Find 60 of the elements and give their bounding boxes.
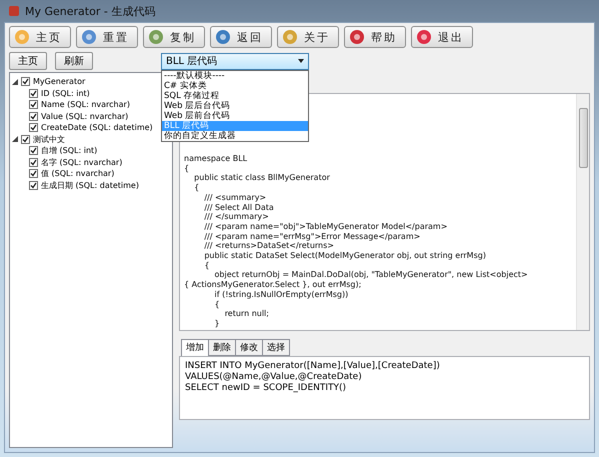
code-line: object returnObj = MainDal.DoDal(obj, "TableMyGenerator", new List<object> [214,270,529,280]
tree-item[interactable]: Value (SQL: nvarchar) [41,112,128,121]
code-line: /// Select All Data [203,202,275,212]
tree-item[interactable]: ID (SQL: int) [41,88,90,98]
tab[interactable]: 修改 [235,339,263,356]
tree-item[interactable]: CreateDate (SQL: datetime) [41,123,153,132]
code-line: if (!string.IsNullOrEmpty(errMsg)) [214,290,350,300]
tree-checkbox[interactable] [29,158,38,167]
toolbar-button[interactable]: 主页 [9,26,71,48]
small-button[interactable]: 主页 [9,52,47,70]
app-icon [8,5,20,17]
toolbar-button[interactable]: 重置 [76,26,138,48]
window-title: My Generator - 生成代码 [25,4,156,18]
tab[interactable]: 选择 [262,339,290,356]
code-line: public static DataSet Select(ModelMyGenerator obj, out string errMsg) [203,251,487,261]
tree-checkbox[interactable] [29,123,38,132]
tree-checkbox[interactable] [29,88,38,98]
tree-item[interactable]: 自增 (SQL: int) [41,145,98,156]
sql-line: INSERT INTO MyGenerator([Name],[Value],[CreateDate]) [185,361,441,372]
code-line: } [214,318,221,329]
tree-checkbox[interactable] [21,134,30,144]
sql-editor[interactable]: INSERT INTO MyGenerator([Name],[Value],[CreateDate]) VALUES(@Name,@Value,@CreateDate) SELECT newID = SCOPE_IDENTITY() [179,356,590,420]
code-line: { ActionsMyGenerator.Select }, out errMsg); [184,280,362,290]
tab[interactable]: 删除 [208,339,236,356]
code-line: /// <param name="errMsg">Error Message</param> [203,232,422,242]
generator-dropdown[interactable]: BLL 层代码 [161,52,309,70]
code-line: namespace BLL [184,154,248,164]
tree-checkbox[interactable] [29,100,38,110]
tree-item[interactable]: MyGenerator [33,77,86,86]
sql-line: SELECT newID = SCOPE_IDENTITY() [185,383,348,394]
tree-item[interactable]: Name (SQL: nvarchar) [41,100,130,110]
sql-line: VALUES(@Name,@Value,@CreateDate) [185,372,363,383]
code-line: { [184,164,190,174]
code-line: { [203,260,210,270]
tree-checkbox[interactable] [21,77,30,86]
tab[interactable]: 增加 [181,339,209,356]
toolbar-button[interactable]: 返回 [210,26,272,48]
code-line: return null; [224,309,270,319]
toolbar-button[interactable]: 帮助 [344,26,406,48]
tree-item[interactable]: 值 (SQL: nvarchar) [41,168,114,180]
tree-checkbox[interactable] [29,146,38,156]
code-line: /// </summary> [203,212,270,222]
code-line: /// <returns>DataSet</returns> [203,241,335,252]
code-line: { [193,183,200,193]
toolbar-button[interactable]: 复制 [143,26,205,48]
code-line: public static class BllMyGenerator [193,173,331,184]
code-line: { [214,300,221,310]
tree-checkbox[interactable] [29,180,38,190]
toolbar-button[interactable]: 关于 [277,26,339,48]
tree-checkbox[interactable] [29,112,38,121]
toolbar-button[interactable]: 退出 [411,26,473,48]
small-button[interactable]: 刷新 [55,52,93,70]
tree-item[interactable]: 测试中文 [33,134,65,145]
tree-item[interactable]: 生成日期 (SQL: datetime) [41,180,139,191]
caret-icon [298,59,304,63]
tree-item[interactable]: 名字 (SQL: nvarchar) [41,156,122,168]
code-line: /// <param name="obj">TableMyGenerator Model</param> [203,222,448,232]
scrollbar[interactable] [576,94,589,330]
code-line: /// <summary> [203,192,268,203]
tree-checkbox[interactable] [29,169,38,178]
